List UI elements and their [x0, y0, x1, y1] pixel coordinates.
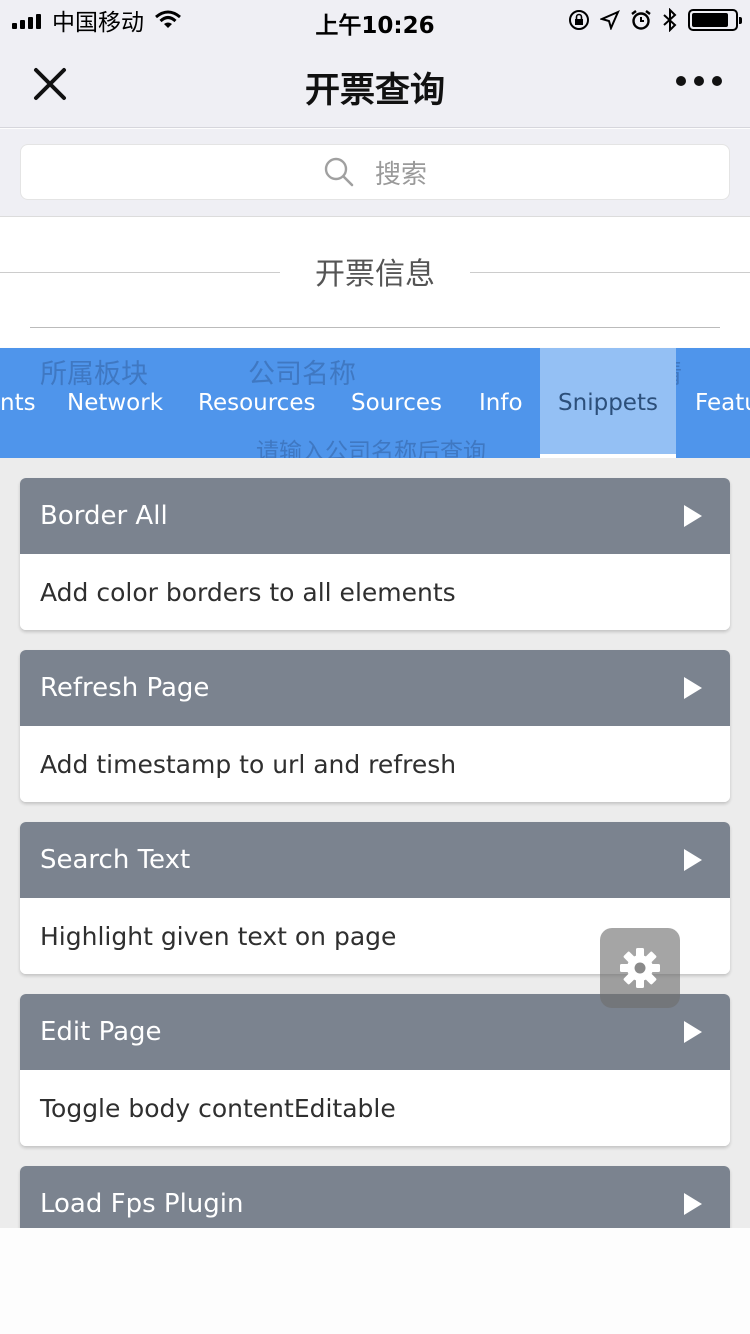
tab-resources[interactable]: Resources [198, 348, 315, 458]
battery-icon [688, 9, 742, 31]
more-dot-icon [694, 76, 704, 86]
orientation-lock-icon [569, 10, 589, 30]
status-right [568, 6, 742, 34]
search-placeholder: 搜索 [374, 159, 427, 190]
snippet-name: Load Fps Plugin [40, 1189, 244, 1219]
play-icon[interactable] [684, 1193, 702, 1215]
more-button[interactable] [676, 76, 722, 86]
tab-features[interactable]: Featu [695, 348, 750, 458]
tab-info[interactable]: Info [479, 348, 523, 458]
console-tab-bar: 所属板块 公司名称 详情 请输入公司名称后查询 nts Network Reso… [0, 348, 750, 458]
bottom-area [0, 1228, 750, 1334]
snippet-card: Edit Page Toggle body contentEditable [20, 994, 730, 1146]
snippets-panel: Border All Add color borders to all elem… [0, 458, 750, 1228]
gear-icon [620, 948, 660, 988]
snippet-card: Refresh Page Add timestamp to url and re… [20, 650, 730, 802]
play-icon[interactable] [684, 505, 702, 527]
snippet-description: Toggle body contentEditable [20, 1070, 730, 1146]
snippet-name: Edit Page [40, 1017, 162, 1047]
more-dot-icon [676, 76, 686, 86]
snippet-card: Border All Add color borders to all elem… [20, 478, 730, 630]
snippet-name: Border All [40, 501, 168, 531]
location-icon [600, 10, 620, 30]
divider [30, 327, 720, 328]
search-input[interactable]: 搜索 [20, 144, 730, 200]
page-title: 开票查询 [304, 71, 445, 111]
snippet-header[interactable]: Search Text [20, 822, 730, 898]
status-bar: 中国移动 上午10:26 [0, 0, 750, 40]
more-dot-icon [712, 76, 722, 86]
snippet-name: Refresh Page [40, 673, 210, 703]
play-icon[interactable] [684, 849, 702, 871]
battery-level [692, 13, 728, 27]
search-icon [324, 157, 354, 187]
page-content: 开票信息 [0, 217, 750, 347]
snippet-card: Load Fps Plugin [20, 1166, 730, 1228]
nav-bar: 开票查询 [0, 40, 750, 128]
tab-sources[interactable]: Sources [351, 348, 442, 458]
search-bar: 搜索 [0, 129, 750, 217]
snippet-description: Add timestamp to url and refresh [20, 726, 730, 802]
divider [470, 272, 750, 273]
vconsole-settings-button[interactable] [600, 928, 680, 1008]
section-title: 开票信息 [315, 257, 435, 292]
tab-snippets[interactable]: Snippets [540, 348, 676, 458]
snippet-header[interactable]: Load Fps Plugin [20, 1166, 730, 1228]
alarm-icon [631, 10, 651, 30]
tab-network[interactable]: Network [67, 348, 163, 458]
snippet-name: Search Text [40, 845, 191, 875]
snippet-description: Add color borders to all elements [20, 554, 730, 630]
play-icon[interactable] [684, 1021, 702, 1043]
bluetooth-icon [663, 8, 677, 32]
snippet-header[interactable]: Refresh Page [20, 650, 730, 726]
tab-events[interactable]: nts [0, 348, 40, 458]
play-icon[interactable] [684, 677, 702, 699]
snippet-header[interactable]: Border All [20, 478, 730, 554]
